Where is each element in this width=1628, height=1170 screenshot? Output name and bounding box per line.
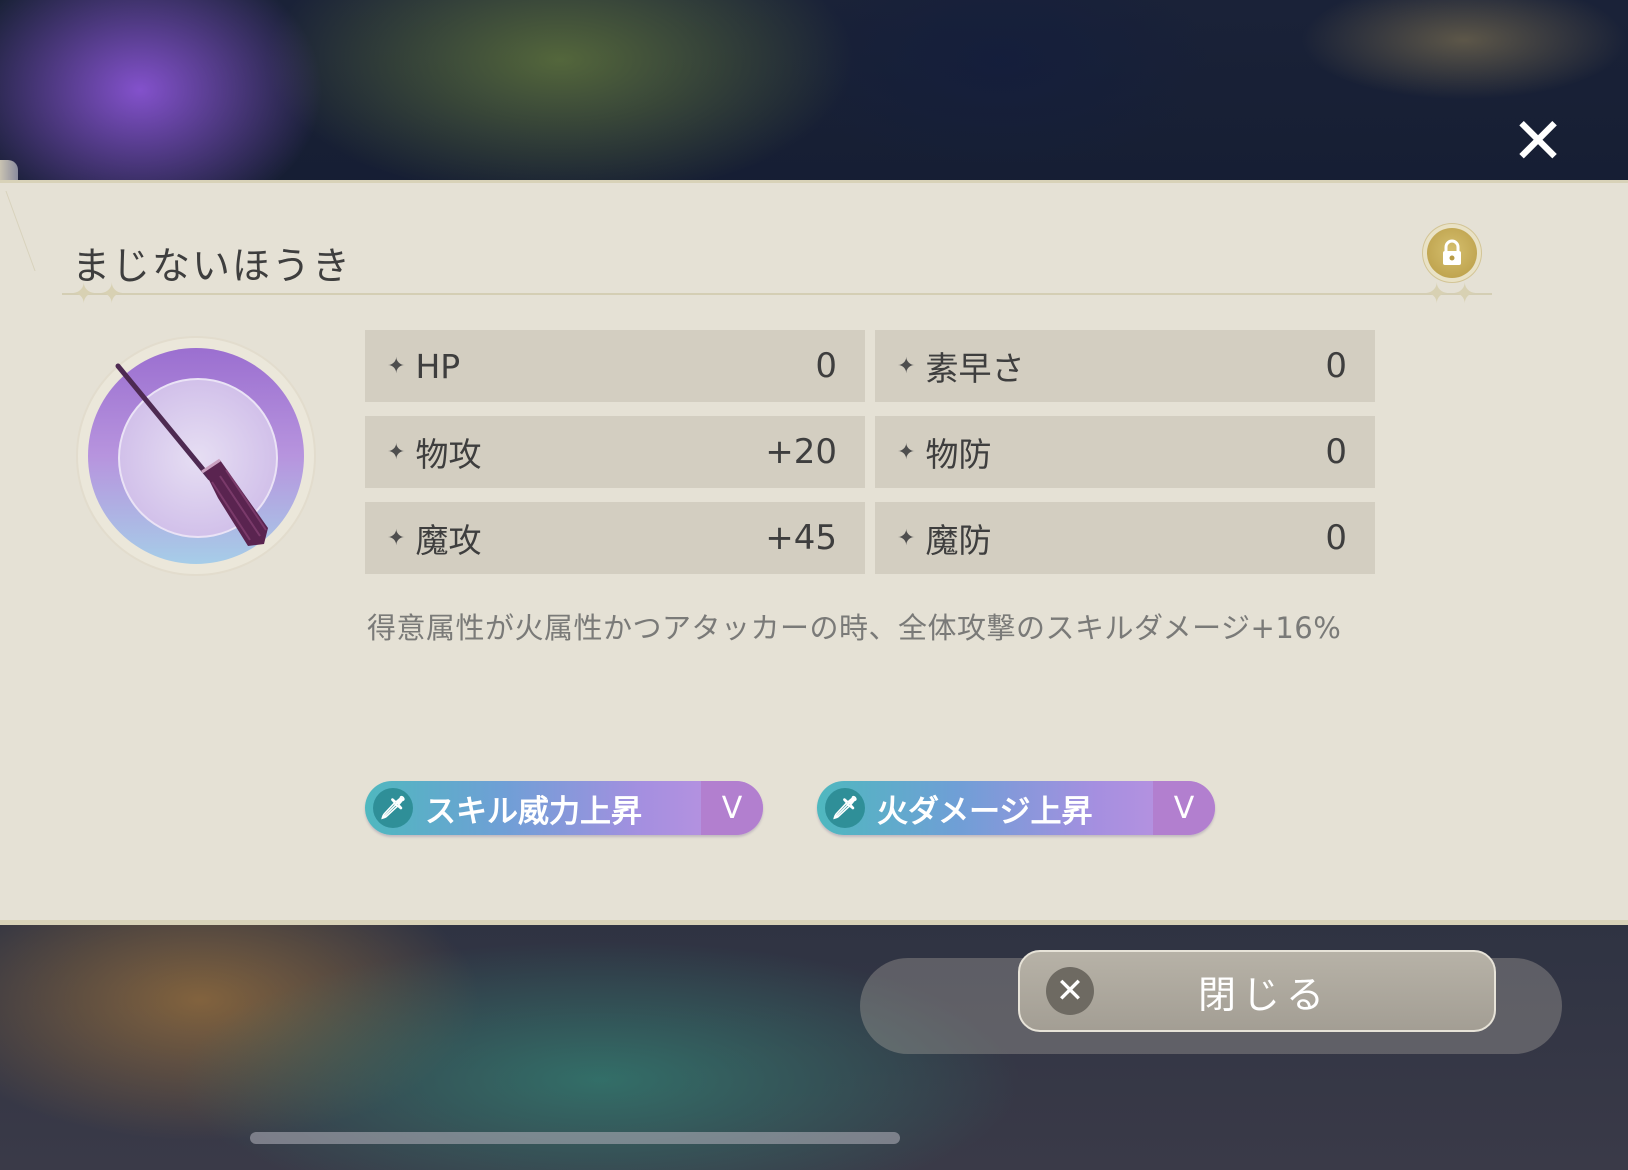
stat-speed: ✦ 素早さ 0 <box>875 330 1375 402</box>
sparkle-icon: ✦ <box>72 277 96 310</box>
star-icon: ✦ <box>897 353 916 379</box>
skill-badge-skill-power[interactable]: 🗡 スキル威力上昇 V <box>365 781 763 835</box>
close-icon: ✕ <box>1046 967 1094 1015</box>
sword-icon: 🗡 <box>373 788 413 828</box>
sparkle-icon: ✦ <box>100 277 124 310</box>
lock-button[interactable] <box>1427 228 1477 278</box>
stat-physical-attack: ✦ 物攻 +20 <box>365 416 865 488</box>
star-icon: ✦ <box>387 525 406 551</box>
skill-level: V <box>1153 781 1215 835</box>
background-hud-blur <box>1300 0 1628 100</box>
close-x-icon[interactable]: ✕ <box>1508 110 1568 174</box>
close-button[interactable]: ✕ 閉じる <box>1018 950 1496 1032</box>
sparkle-icon: ✦ <box>1453 277 1477 310</box>
star-icon: ✦ <box>897 439 916 465</box>
title-divider <box>62 293 1492 295</box>
stat-magic-defense: ✦ 魔防 0 <box>875 502 1375 574</box>
star-icon: ✦ <box>897 525 916 551</box>
home-indicator[interactable] <box>250 1132 900 1144</box>
corner-decoration <box>5 191 76 271</box>
broom-icon <box>115 363 268 546</box>
stat-magic-attack: ✦ 魔攻 +45 <box>365 502 865 574</box>
stat-hp: ✦ HP 0 <box>365 330 865 402</box>
skill-level: V <box>701 781 763 835</box>
lock-icon <box>1443 239 1461 265</box>
star-icon: ✦ <box>387 353 406 379</box>
skill-badge-fire-damage[interactable]: 🗡 火ダメージ上昇 V <box>817 781 1215 835</box>
sword-icon: 🗡 <box>825 788 865 828</box>
sparkle-icon: ✦ <box>1425 277 1449 310</box>
star-icon: ✦ <box>387 439 406 465</box>
stat-physical-defense: ✦ 物防 0 <box>875 416 1375 488</box>
item-detail-panel: まじないほうき ✦ ✦ ✦ ✦ ✦ HP 0 ✦ 素早さ 0 ✦ 物攻 +20 … <box>0 180 1628 925</box>
item-icon-frame <box>78 338 314 574</box>
item-description: 得意属性が火属性かつアタッカーの時、全体攻撃のスキルダメージ+16% <box>367 611 1342 645</box>
